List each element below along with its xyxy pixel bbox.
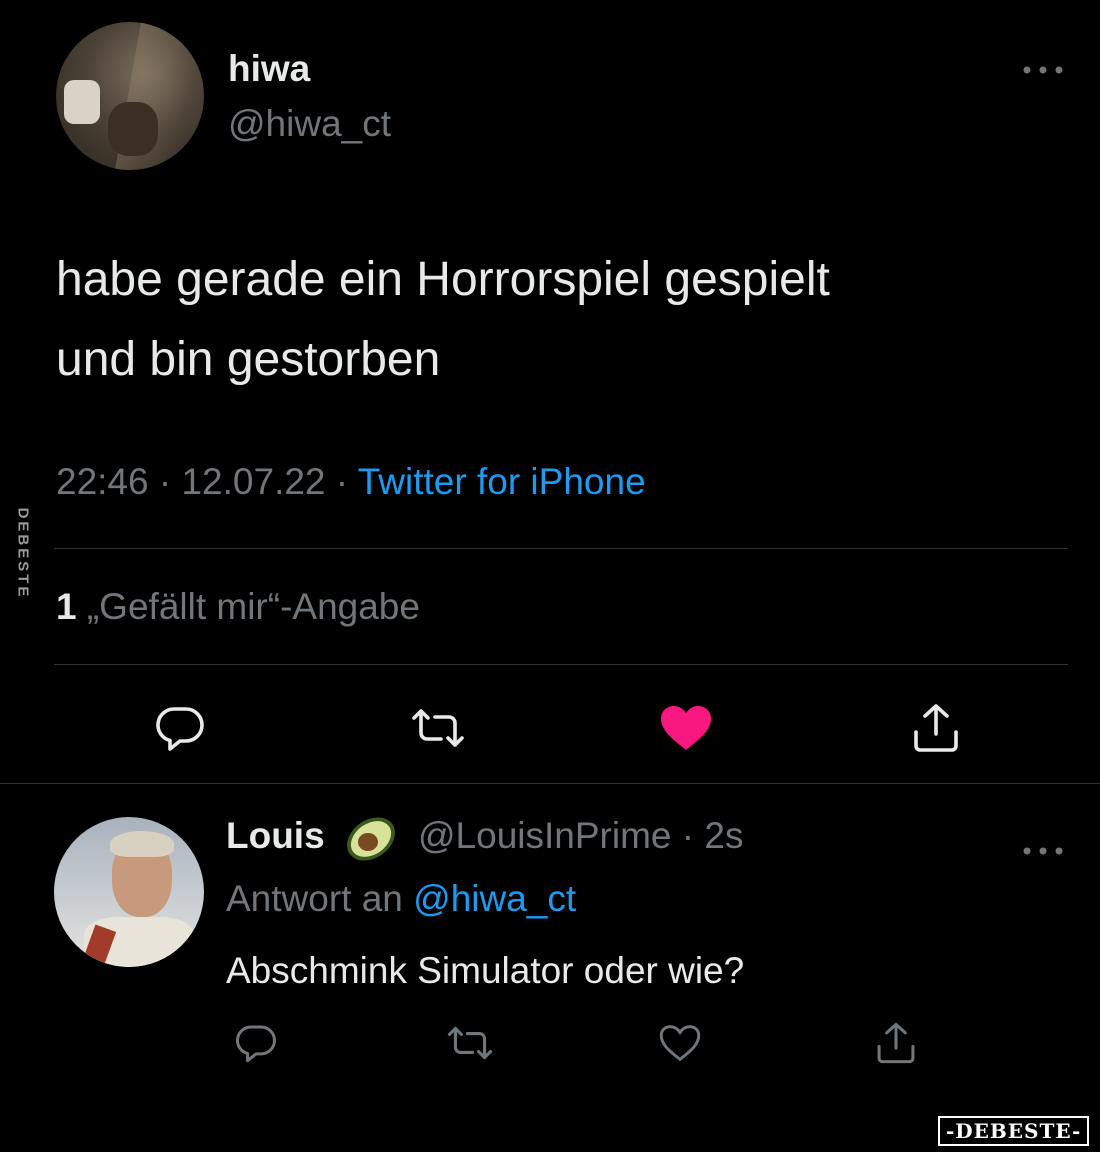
share-icon[interactable] (908, 700, 964, 756)
reply-author-avatar[interactable] (54, 817, 204, 967)
divider (0, 783, 1100, 784)
reply-author-handle-time[interactable]: @LouisInPrime · 2s (418, 815, 743, 857)
retweet-icon[interactable] (442, 1015, 498, 1071)
watermark-side: DEBESTE (14, 507, 32, 600)
reply-to-mention-link[interactable]: @hiwa_ct (413, 878, 576, 919)
tweet-source-link[interactable]: Twitter for iPhone (358, 461, 646, 502)
reply-to-line: Antwort an @hiwa_ct (226, 878, 576, 920)
watermark-corner-logo: -DEBESTE- (938, 1116, 1090, 1146)
author-display-name[interactable]: hiwa (228, 48, 310, 90)
likes-summary[interactable]: 1 „Gefällt mir“-Angabe (56, 586, 420, 628)
tweet-meta: 22:46 · 12.07.22 · Twitter for iPhone (56, 461, 646, 503)
reply-icon[interactable] (152, 700, 208, 756)
meta-separator: · (148, 461, 182, 502)
meta-separator: · (325, 461, 358, 502)
divider (54, 664, 1068, 665)
more-options-icon[interactable] (1021, 50, 1065, 84)
reply-icon[interactable] (228, 1015, 284, 1071)
like-icon[interactable] (658, 700, 714, 756)
tweet-date[interactable]: 12.07.22 (181, 461, 325, 502)
tweet-text: habe gerade ein Horrorspiel gespielt und… (56, 240, 1056, 400)
tweet-time[interactable]: 22:46 (56, 461, 149, 502)
likes-label: „Gefällt mir“-Angabe (76, 586, 420, 627)
tweet-text-line: und bin gestorben (56, 333, 441, 386)
tweet-text-line: habe gerade ein Horrorspiel gespielt (56, 253, 830, 306)
likes-count: 1 (56, 586, 77, 627)
share-icon[interactable] (868, 1015, 924, 1071)
like-icon[interactable] (652, 1015, 708, 1071)
reply-to-label: Antwort an (226, 878, 414, 919)
author-handle[interactable]: @hiwa_ct (228, 103, 391, 145)
reply-author-display-name[interactable]: Louis (226, 815, 325, 857)
reply-text: Abschmink Simulator oder wie? (226, 950, 745, 991)
author-avatar[interactable] (56, 22, 204, 170)
retweet-icon[interactable] (410, 700, 466, 756)
avocado-icon (343, 812, 399, 862)
more-options-icon[interactable] (1021, 831, 1065, 865)
divider (54, 548, 1068, 549)
